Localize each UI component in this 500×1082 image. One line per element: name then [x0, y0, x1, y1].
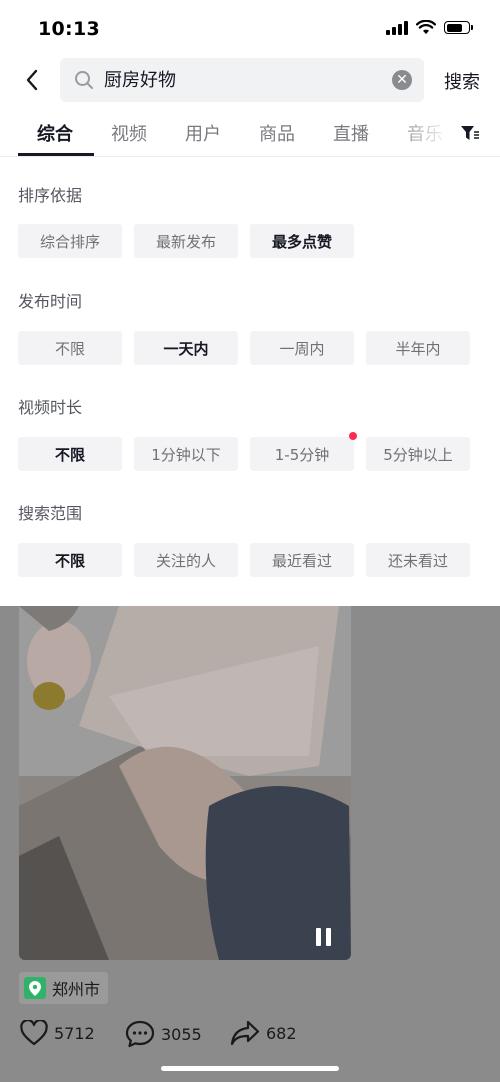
duration-section-title: 视频时长 [18, 398, 83, 417]
search-button[interactable]: 搜索 [444, 68, 480, 94]
video-frame-image [19, 606, 351, 960]
location-label: 郑州市 [52, 980, 101, 999]
video-thumbnail[interactable] [19, 606, 351, 960]
back-button[interactable] [18, 66, 46, 94]
time-option-one-week[interactable]: 一周内 [250, 331, 354, 365]
comment-icon [125, 1020, 155, 1048]
time-option-half-year[interactable]: 半年内 [366, 331, 470, 365]
tab-videos[interactable]: 视频 [111, 120, 147, 146]
location-tag[interactable]: 郑州市 [19, 972, 109, 1004]
time-option-one-day[interactable]: 一天内 [134, 331, 238, 365]
time-section-title: 发布时间 [18, 292, 83, 311]
dimmed-results-overlay[interactable]: 郑州市 5712 3055 682 [0, 606, 500, 1082]
search-bar: ✕ 搜索 [0, 58, 500, 102]
battery-icon [444, 21, 473, 34]
share-icon [230, 1020, 260, 1046]
duration-option-any[interactable]: 不限 [18, 437, 122, 471]
tab-products[interactable]: 商品 [259, 120, 295, 146]
status-bar: 10:13 [0, 0, 500, 58]
status-time: 10:13 [38, 18, 100, 40]
share-count: 682 [266, 1023, 297, 1043]
scope-option-recently-viewed[interactable]: 最近看过 [250, 543, 354, 577]
sort-section-title: 排序依据 [18, 186, 83, 205]
comment-count: 3055 [161, 1024, 202, 1044]
filter-icon[interactable] [460, 124, 480, 142]
search-field[interactable]: ✕ [60, 58, 424, 102]
search-input[interactable] [104, 68, 374, 89]
duration-option-1-5min[interactable]: 1-5分钟 [250, 437, 354, 471]
duration-option-under-1min[interactable]: 1分钟以下 [134, 437, 238, 471]
clear-icon[interactable]: ✕ [392, 70, 412, 90]
share-button[interactable]: 682 [230, 1020, 297, 1046]
duration-option-over-5min[interactable]: 5分钟以上 [366, 437, 470, 471]
pause-icon[interactable] [316, 928, 331, 946]
tab-users[interactable]: 用户 [185, 120, 221, 146]
wifi-icon [416, 20, 436, 34]
tab-comprehensive[interactable]: 综合 [37, 120, 73, 146]
comment-button[interactable]: 3055 [125, 1020, 202, 1048]
new-indicator-dot [349, 432, 357, 440]
video-actions: 5712 3055 682 [0, 1016, 500, 1056]
like-button[interactable]: 5712 [20, 1020, 95, 1046]
result-tabs: 综合 视频 用户 商品 直播 音乐 [0, 112, 500, 157]
active-tab-indicator [18, 153, 94, 156]
sort-option-most-liked[interactable]: 最多点赞 [250, 224, 354, 258]
scope-section-title: 搜索范围 [18, 504, 83, 523]
sort-option-comprehensive[interactable]: 综合排序 [18, 224, 122, 258]
sort-option-latest[interactable]: 最新发布 [134, 224, 238, 258]
home-indicator[interactable] [161, 1066, 339, 1071]
scope-option-any[interactable]: 不限 [18, 543, 122, 577]
search-icon [75, 71, 93, 89]
time-option-any[interactable]: 不限 [18, 331, 122, 365]
heart-icon [20, 1020, 48, 1046]
filter-panel: 排序依据 综合排序 最新发布 最多点赞 发布时间 不限 一天内 一周内 半年内 … [0, 157, 500, 606]
scope-option-not-viewed[interactable]: 还未看过 [366, 543, 470, 577]
tab-live[interactable]: 直播 [333, 120, 369, 146]
like-count: 5712 [54, 1023, 95, 1043]
scope-option-following[interactable]: 关注的人 [134, 543, 238, 577]
cellular-signal-icon [386, 20, 408, 35]
location-pin-icon [24, 977, 46, 999]
chevron-left-icon [26, 69, 38, 91]
